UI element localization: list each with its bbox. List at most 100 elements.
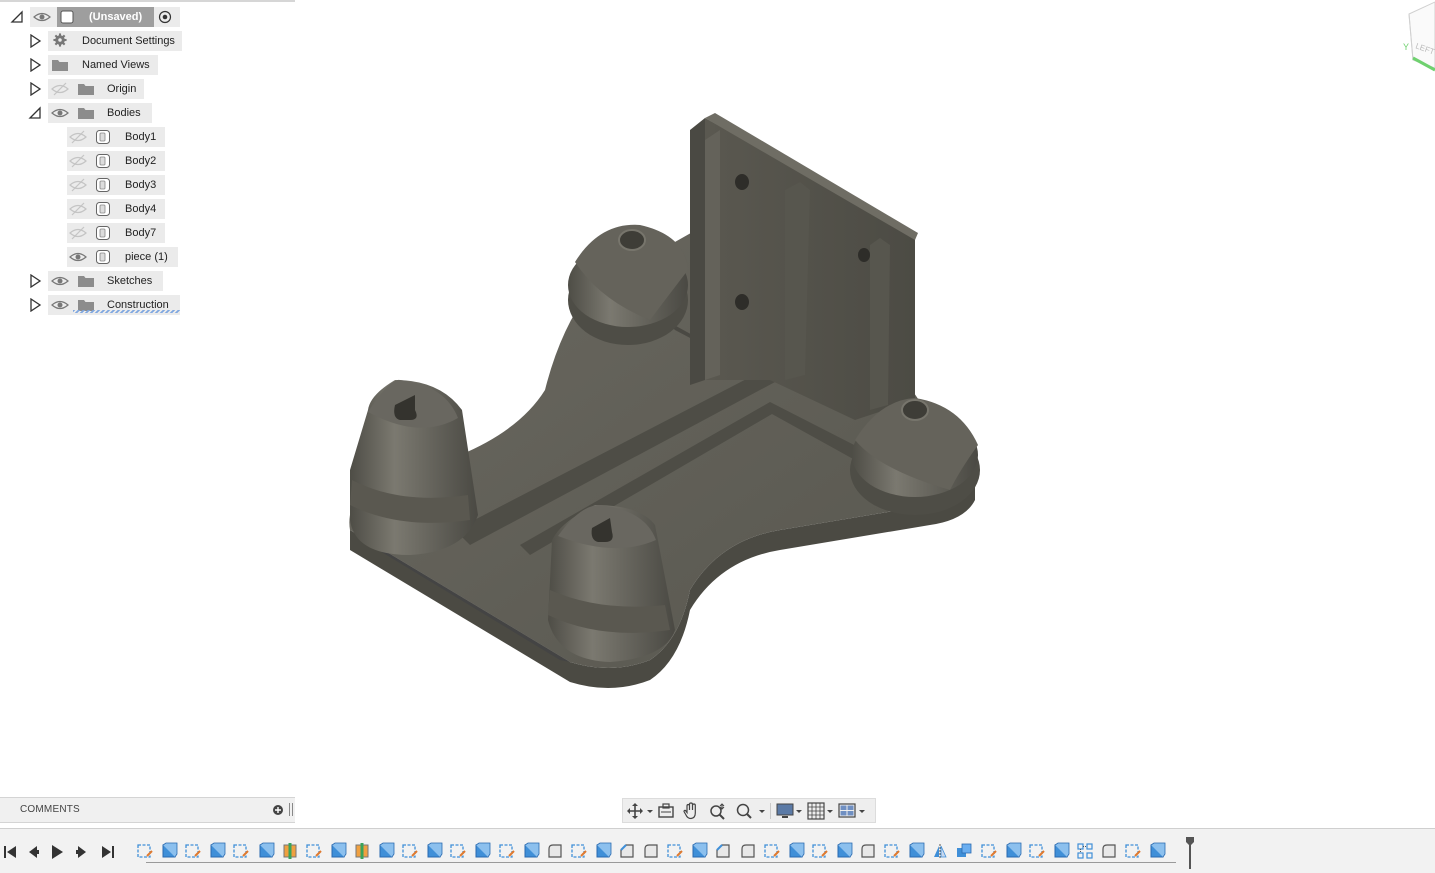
timeline-feature-extrude-icon[interactable] <box>907 842 925 860</box>
collapse-triangle-icon[interactable] <box>28 106 42 120</box>
timeline-feature-split-icon[interactable] <box>281 842 299 860</box>
timeline-feature-sketch-icon[interactable] <box>449 842 467 860</box>
wall-hole <box>735 294 749 310</box>
timeline-feature-extrude-icon[interactable] <box>160 842 178 860</box>
visibility-eye-icon[interactable] <box>51 298 69 312</box>
browser-item-origin[interactable]: Origin <box>0 78 145 99</box>
zoom-button[interactable] <box>709 802 729 820</box>
timeline-feature-sketch-icon[interactable] <box>498 842 516 860</box>
browser-item-bodies[interactable]: Bodies <box>0 102 155 123</box>
browser-item-construction[interactable]: Construction <box>0 294 182 315</box>
visibility-eye-icon[interactable] <box>33 10 51 24</box>
step-back-icon[interactable] <box>25 844 41 860</box>
timeline-feature-extrude-icon[interactable] <box>257 842 275 860</box>
collapse-triangle-icon[interactable] <box>10 10 24 24</box>
timeline-feature-extrude-icon[interactable] <box>1004 842 1022 860</box>
hidden-eye-icon[interactable] <box>51 82 69 96</box>
hidden-eye-icon[interactable] <box>69 178 87 192</box>
timeline-feature-chamfer-icon[interactable] <box>714 842 732 860</box>
visibility-eye-icon[interactable] <box>51 106 69 120</box>
timeline-feature-fillet-icon[interactable] <box>859 842 877 860</box>
post-hole <box>618 229 646 251</box>
timeline-feature-pattern-icon[interactable] <box>1076 842 1094 860</box>
timeline-feature-extrude-icon[interactable] <box>329 842 347 860</box>
add-comment-icon[interactable] <box>272 804 284 816</box>
expand-triangle-icon[interactable] <box>28 58 42 72</box>
display-settings-button[interactable] <box>776 802 804 820</box>
timeline-feature-extrude-icon[interactable] <box>377 842 395 860</box>
expand-triangle-icon[interactable] <box>28 274 42 288</box>
body-item-body2[interactable]: Body2 <box>0 150 170 171</box>
skip-to-end-icon[interactable] <box>100 844 116 860</box>
timeline-feature-extrude-icon[interactable] <box>425 842 443 860</box>
timeline-feature-extrude-icon[interactable] <box>473 842 491 860</box>
timeline-feature-fillet-icon[interactable] <box>739 842 757 860</box>
folder-icon <box>78 84 94 95</box>
timeline-feature-chamfer-icon[interactable] <box>618 842 636 860</box>
timeline-feature-extrude-icon[interactable] <box>690 842 708 860</box>
timeline-feature-sketch-icon[interactable] <box>232 842 250 860</box>
play-icon[interactable] <box>49 844 65 860</box>
construction-underline <box>73 310 180 313</box>
body-item-body4[interactable]: Body4 <box>0 198 170 219</box>
timeline-feature-sketch-icon[interactable] <box>570 842 588 860</box>
pan-button[interactable] <box>682 802 702 820</box>
timeline-feature-extrude-icon[interactable] <box>208 842 226 860</box>
body-item-body1[interactable]: Body1 <box>0 126 170 147</box>
timeline-feature-sketch-icon[interactable] <box>305 842 323 860</box>
hidden-eye-icon[interactable] <box>69 154 87 168</box>
browser-root-node[interactable]: (Unsaved) <box>0 6 180 27</box>
timeline-feature-sketch-icon[interactable] <box>980 842 998 860</box>
timeline-feature-fillet-icon[interactable] <box>642 842 660 860</box>
timeline-feature-sketch-icon[interactable] <box>401 842 419 860</box>
timeline-feature-extrude-icon[interactable] <box>787 842 805 860</box>
navigation-toolbar <box>622 798 876 823</box>
visibility-eye-icon[interactable] <box>51 274 69 288</box>
orbit-button[interactable] <box>626 802 654 820</box>
timeline-feature-extrude-icon[interactable] <box>594 842 612 860</box>
hidden-eye-icon[interactable] <box>69 202 87 216</box>
browser-item-sketches[interactable]: Sketches <box>0 270 165 291</box>
expand-triangle-icon[interactable] <box>28 82 42 96</box>
timeline-feature-sketch-icon[interactable] <box>1124 842 1142 860</box>
visibility-eye-icon[interactable] <box>69 250 87 264</box>
timeline-feature-sketch-icon[interactable] <box>136 842 154 860</box>
timeline-feature-sketch-icon[interactable] <box>666 842 684 860</box>
timeline-feature-extrude-icon[interactable] <box>522 842 540 860</box>
timeline-feature-fillet-icon[interactable] <box>546 842 564 860</box>
fit-button[interactable] <box>735 802 765 820</box>
timeline-feature-sketch-icon[interactable] <box>883 842 901 860</box>
timeline-feature-sketch-icon[interactable] <box>1028 842 1046 860</box>
hidden-eye-icon[interactable] <box>69 130 87 144</box>
timeline-feature-extrude-icon[interactable] <box>1148 842 1166 860</box>
body-item-body7[interactable]: Body7 <box>0 222 170 243</box>
expand-triangle-icon[interactable] <box>28 34 42 48</box>
expand-triangle-icon[interactable] <box>28 298 42 312</box>
timeline-feature-extrude-icon[interactable] <box>1052 842 1070 860</box>
viewcube[interactable]: LEFT Y <box>1395 0 1435 75</box>
viewports-button[interactable] <box>838 802 868 820</box>
browser-item-named-views[interactable]: Named Views <box>0 54 160 75</box>
panel-resize-handle[interactable] <box>289 803 293 816</box>
timeline-feature-fillet-icon[interactable] <box>1100 842 1118 860</box>
skip-to-start-icon[interactable] <box>2 844 18 860</box>
body-item-piece-1[interactable]: piece (1) <box>0 246 180 267</box>
viewports-icon <box>838 803 865 818</box>
timeline-feature-extrude-icon[interactable] <box>835 842 853 860</box>
timeline-feature-split-icon[interactable] <box>353 842 371 860</box>
model-viewport[interactable] <box>340 105 990 695</box>
timeline-feature-sketch-icon[interactable] <box>184 842 202 860</box>
grid-button[interactable] <box>807 802 835 820</box>
timeline-feature-mirror-icon[interactable] <box>931 842 949 860</box>
browser-item-document-settings[interactable]: Document Settings <box>0 30 185 51</box>
timeline-feature-sketch-icon[interactable] <box>763 842 781 860</box>
timeline-marker-icon[interactable] <box>1186 837 1194 869</box>
orbit-icon <box>627 803 653 819</box>
hidden-eye-icon[interactable] <box>69 226 87 240</box>
timeline-feature-sketch-icon[interactable] <box>811 842 829 860</box>
timeline-feature-combine-icon[interactable] <box>955 842 973 860</box>
step-forward-icon[interactable] <box>74 844 90 860</box>
activate-radio-icon[interactable] <box>156 10 174 24</box>
body-item-body3[interactable]: Body3 <box>0 174 170 195</box>
look-at-button[interactable] <box>657 802 677 820</box>
